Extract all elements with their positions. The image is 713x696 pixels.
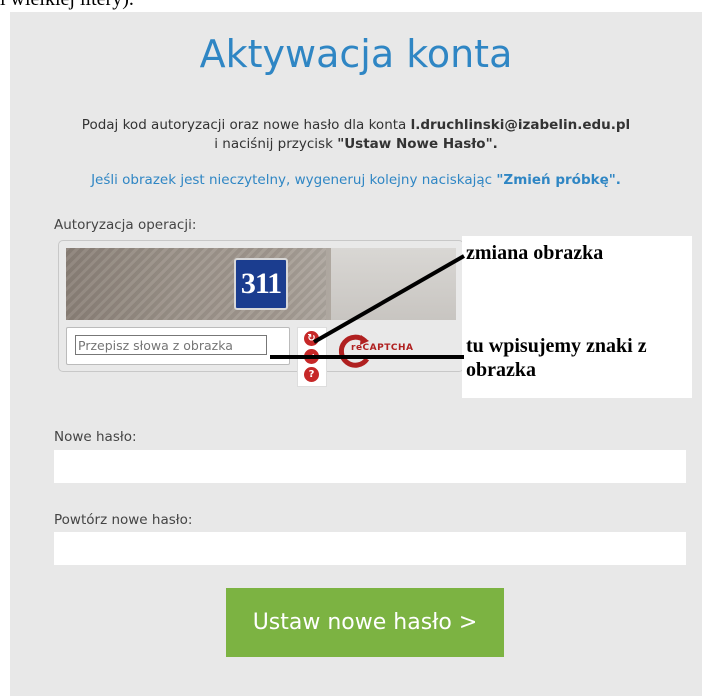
recaptcha-logo: reCAPTCHA <box>333 331 453 371</box>
submit-button[interactable]: Ustaw nowe hasło > <box>226 588 504 657</box>
cut-off-text: i wielkiej litery). <box>0 0 134 11</box>
audio-icon[interactable]: ◂ <box>304 349 319 364</box>
annotation-box: zmiana obrazka tu wpisujemy znaki z obra… <box>462 236 692 398</box>
new-password-label: Nowe hasło: <box>54 429 137 445</box>
instruction-line-2: i naciśnij przycisk "Ustaw Nowe Hasło". <box>10 136 702 152</box>
account-email: l.druchlinski@izabelin.edu.pl <box>410 117 631 133</box>
annotation-type-here: tu wpisujemy znaki z obrazka <box>466 335 647 381</box>
authorization-label: Autoryzacja operacji: <box>54 217 197 233</box>
annotation-change-image: zmiana obrazka <box>466 242 604 264</box>
repeat-password-label: Powtórz nowe hasło: <box>54 512 193 528</box>
captcha-hint: Jeśli obrazek jest nieczytelny, wygeneru… <box>10 172 702 188</box>
page-title: Aktywacja konta <box>199 32 513 76</box>
captcha-buttons: ↻ ◂ ? <box>297 327 327 387</box>
recaptcha-brand-text: reCAPTCHA <box>351 343 414 353</box>
captcha-image: 311 <box>66 248 456 320</box>
captcha-input[interactable] <box>75 335 267 355</box>
hint-text: Jeśli obrazek jest nieczytelny, wygeneru… <box>91 172 497 188</box>
button-reference: "Ustaw Nowe Hasło". <box>337 136 498 152</box>
captcha-widget: 311 ↻ ◂ ? reCAPTCHA <box>58 240 464 387</box>
instruction-line-1: Podaj kod autoryzacji oraz nowe hasło dl… <box>10 117 702 133</box>
instruction-text-2: i naciśnij przycisk <box>214 136 338 152</box>
captcha-input-container <box>66 327 290 365</box>
refresh-icon[interactable]: ↻ <box>304 331 319 346</box>
new-password-input[interactable] <box>54 450 686 483</box>
instruction-text: Podaj kod autoryzacji oraz nowe hasło dl… <box>81 117 411 133</box>
repeat-password-input[interactable] <box>54 532 686 565</box>
help-icon[interactable]: ? <box>304 367 319 382</box>
activation-panel: Aktywacja konta Podaj kod autoryzacji or… <box>10 12 702 696</box>
captcha-house-number: 311 <box>234 258 288 310</box>
hint-button-name: "Zmień próbkę". <box>496 172 621 188</box>
